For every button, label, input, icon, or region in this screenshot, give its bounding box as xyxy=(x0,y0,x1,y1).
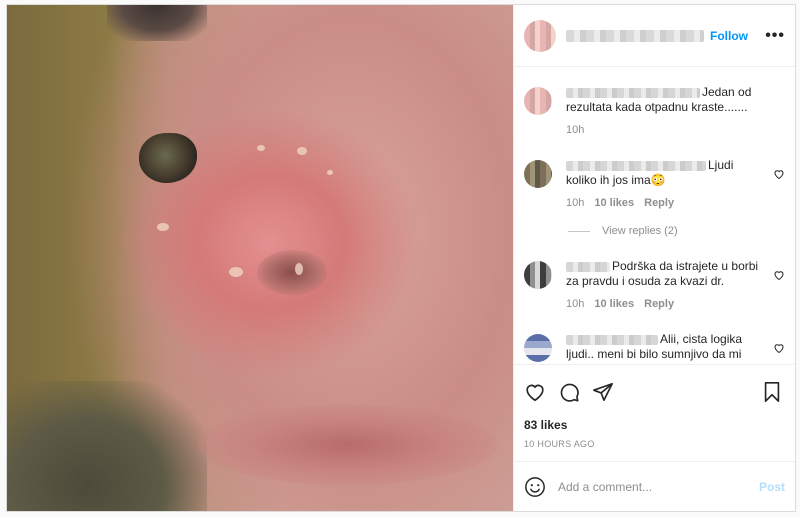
comment-time[interactable]: 10h xyxy=(566,123,584,138)
photo-hair xyxy=(107,5,207,41)
more-options-icon[interactable]: ••• xyxy=(765,27,785,44)
instagram-post: Follow ••• Jedan od rezultata kada otpad… xyxy=(6,4,796,512)
commenter-avatar[interactable] xyxy=(524,160,552,188)
bookmark-icon[interactable] xyxy=(761,381,783,403)
heart-icon[interactable] xyxy=(773,342,785,354)
author-name-blurred[interactable] xyxy=(566,29,704,42)
photo-shadow xyxy=(7,381,207,511)
heart-icon[interactable] xyxy=(773,168,785,180)
commenter-name-blurred[interactable] xyxy=(566,160,706,171)
add-comment-bar: Post xyxy=(514,461,795,511)
comment-time[interactable]: 10h xyxy=(566,196,584,211)
comment-item: Alii, cista logika ljudi.. meni bi bilo … xyxy=(524,332,784,362)
comment-likes[interactable]: 10 likes xyxy=(594,196,634,211)
emoji-icon[interactable] xyxy=(524,476,546,498)
reply-button[interactable]: Reply xyxy=(644,196,674,211)
replies-divider xyxy=(568,230,590,232)
photo-spot xyxy=(229,267,243,277)
follow-button[interactable]: Follow xyxy=(710,29,748,43)
heart-icon[interactable] xyxy=(773,269,785,281)
view-replies-label: View replies (2) xyxy=(602,225,678,237)
author-name-blurred[interactable] xyxy=(566,87,700,98)
post-photo[interactable] xyxy=(7,5,513,511)
reply-button[interactable]: Reply xyxy=(644,297,674,312)
share-icon[interactable] xyxy=(592,381,614,403)
commenter-name-blurred[interactable] xyxy=(566,261,610,272)
author-avatar[interactable] xyxy=(524,87,552,115)
photo-spot xyxy=(257,145,265,151)
post-header: Follow ••• xyxy=(514,5,795,67)
view-replies-button[interactable]: View replies (2) xyxy=(568,225,765,237)
commenter-avatar[interactable] xyxy=(524,334,552,362)
comment-item: Ljudi koliko ih jos ima😳 10h 10 likes Re… xyxy=(524,158,784,211)
caption: Jedan od rezultata kada otpadnu kraste..… xyxy=(524,85,765,138)
photo-spot xyxy=(295,263,303,275)
comment-item: Podrška da istrajete u borbi za pravdu i… xyxy=(524,259,784,312)
post-timestamp[interactable]: 10 HOURS AGO xyxy=(514,432,795,461)
comment-time[interactable]: 10h xyxy=(566,297,584,312)
photo-lips xyxy=(197,405,497,485)
photo-nostril xyxy=(257,250,327,295)
commenter-name-blurred[interactable] xyxy=(566,334,658,345)
add-comment-input[interactable] xyxy=(558,479,759,494)
photo-spot xyxy=(297,147,307,155)
photo-spot xyxy=(327,170,333,175)
post-actions xyxy=(514,364,795,418)
likes-count[interactable]: 83 likes xyxy=(514,418,795,432)
post-comment-button[interactable]: Post xyxy=(759,480,785,494)
heart-icon[interactable] xyxy=(524,381,546,403)
comments-list[interactable]: Jedan od rezultata kada otpadnu kraste..… xyxy=(514,67,795,364)
post-side-panel: Follow ••• Jedan od rezultata kada otpad… xyxy=(513,5,795,511)
photo-spot xyxy=(157,223,169,231)
comment-likes[interactable]: 10 likes xyxy=(594,297,634,312)
author-avatar[interactable] xyxy=(524,19,556,52)
commenter-avatar[interactable] xyxy=(524,261,552,289)
comment-icon[interactable] xyxy=(558,381,580,403)
